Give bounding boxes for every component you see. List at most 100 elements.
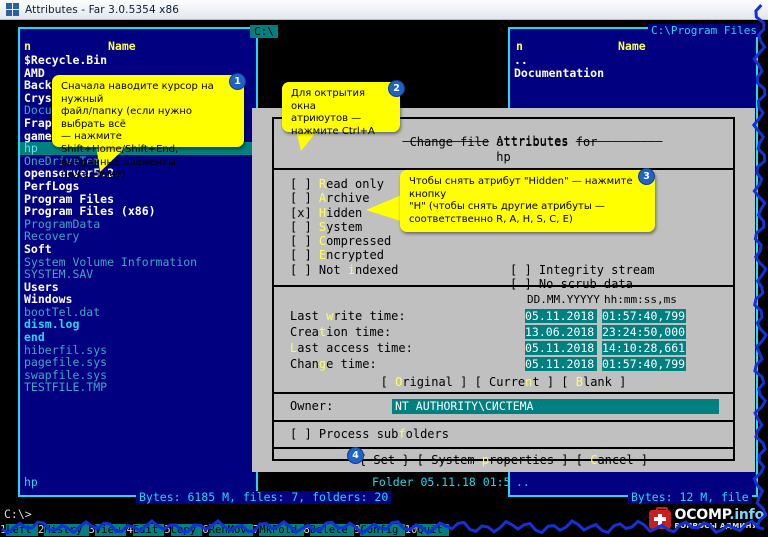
time-label-pre: Crea bbox=[290, 325, 319, 339]
checkbox-box[interactable]: [ ] bbox=[290, 220, 319, 234]
watermark-tagline: ВОПРОСЫ АДМИНУ bbox=[674, 522, 758, 530]
time-button[interactable]: [ Blank ] bbox=[561, 375, 626, 389]
checkbox-box[interactable]: [ ] bbox=[290, 248, 319, 262]
dialog-button[interactable]: [ Cancel ] bbox=[576, 453, 648, 467]
fkey-quit[interactable]: Quit bbox=[417, 524, 449, 536]
list-item[interactable]: .. bbox=[510, 54, 756, 67]
right-panel-path[interactable]: C:\Program Files bbox=[648, 24, 760, 37]
right-panel-file-list[interactable]: .. Documentation bbox=[510, 54, 756, 79]
attribute-checkbox[interactable]: [ ] Read only bbox=[290, 177, 398, 191]
list-item[interactable]: PerfLogs bbox=[20, 180, 256, 193]
first-aid-kit-icon bbox=[648, 506, 671, 529]
time-date-field[interactable]: 05.11.2018 bbox=[525, 309, 597, 324]
checkbox-label-pre: Not bbox=[318, 262, 348, 277]
list-item[interactable]: Recovery bbox=[20, 230, 256, 243]
time-time-field[interactable]: 23:24:50,000 bbox=[602, 325, 686, 340]
callout-line: "H" (чтобы снять другие атрибуты — bbox=[409, 201, 605, 213]
attribute-checkbox[interactable]: [ ] Integrity stream bbox=[510, 263, 655, 277]
dialog-button[interactable]: { Set } bbox=[359, 453, 417, 467]
command-line[interactable]: C:\> bbox=[4, 508, 32, 521]
right-panel-column-sort[interactable]: n bbox=[516, 40, 523, 53]
left-panel-footer: Bytes: 6185 M, files: 7, folders: 20 bbox=[136, 491, 392, 504]
callout-4-badge: 4 bbox=[347, 447, 364, 464]
checkbox-box[interactable]: [ ] bbox=[290, 191, 319, 205]
list-item[interactable]: Windows bbox=[20, 293, 256, 306]
dialog-divider-5 bbox=[274, 447, 733, 449]
checkbox-box[interactable]: [ ] bbox=[510, 263, 539, 277]
time-button[interactable]: [ Original ] bbox=[381, 375, 475, 389]
checkbox-box[interactable]: [ ] bbox=[290, 263, 319, 277]
callout-line: атриюутов — bbox=[291, 113, 362, 125]
far-manager-icon bbox=[6, 3, 19, 16]
time-time-field[interactable]: 14:10:28,661 bbox=[602, 341, 686, 356]
left-panel-column-sort[interactable]: n bbox=[24, 40, 31, 53]
fkey-mkfold[interactable]: MkFold bbox=[259, 524, 304, 536]
list-item[interactable]: $Recycle.Bin bbox=[20, 54, 256, 67]
fkey-number: 6 bbox=[202, 524, 209, 536]
fkey-left[interactable]: Left bbox=[6, 524, 38, 536]
fkey-histry[interactable]: Histry bbox=[44, 524, 89, 536]
watermark: OCOMP.info ВОПРОСЫ АДМИНУ bbox=[648, 505, 764, 533]
callout-line: выбранные элементы пожелтеют) bbox=[61, 156, 176, 181]
fkey-edit[interactable]: Edit bbox=[132, 524, 165, 536]
attribute-checkbox[interactable]: [ ] Not indexed bbox=[290, 263, 398, 277]
far-console: C:\ n Name $Recycle.BinAMDBackupCrystalD… bbox=[0, 20, 768, 537]
checkbox-label-pre: Process sub bbox=[318, 427, 399, 441]
checkbox-box[interactable]: [ ] bbox=[290, 427, 319, 441]
attributes-dialog[interactable]: ———————————— Attributes ———————————— Cha… bbox=[252, 108, 755, 472]
time-date-field[interactable]: 13.06.2018 bbox=[525, 325, 597, 340]
time-row-label: Change time: bbox=[290, 357, 377, 371]
dialog-divider-4 bbox=[274, 420, 733, 422]
list-item[interactable]: pagefile.sys bbox=[20, 356, 256, 369]
time-button-hotkey: B bbox=[575, 375, 583, 389]
list-item[interactable]: dism.log bbox=[20, 318, 256, 331]
time-buttons-row[interactable]: [ Original ] [ Current ] [ Blank ] bbox=[274, 375, 733, 389]
owner-value[interactable]: NT AUTHORITY\СИСТЕМА bbox=[392, 399, 719, 414]
left-panel-path[interactable]: C:\ bbox=[250, 25, 278, 38]
time-button[interactable]: [ Current ] bbox=[475, 375, 562, 389]
owner-label: Owner: bbox=[290, 399, 334, 413]
time-row-label: Creation time: bbox=[290, 325, 391, 339]
fkey-view[interactable]: View bbox=[94, 524, 127, 536]
fkey-copy[interactable]: Copy bbox=[170, 524, 203, 536]
list-item[interactable]: Documentation bbox=[510, 66, 756, 80]
attribute-checkbox[interactable]: [ ] Encrypted bbox=[290, 248, 398, 262]
time-date-field[interactable]: 05.11.2018 bbox=[525, 357, 597, 372]
left-panel-column-name[interactable]: Name bbox=[108, 40, 136, 53]
checkbox-box[interactable]: [ ] bbox=[290, 234, 319, 248]
process-subfolders-checkbox[interactable]: [ ] Process subfolders bbox=[290, 427, 449, 441]
checkbox-label: Integrity stream bbox=[538, 263, 655, 277]
window-titlebar: Attributes - Far 3.0.5354 x86 bbox=[0, 0, 768, 20]
time-date-field[interactable]: 05.11.2018 bbox=[525, 341, 597, 356]
dialog-buttons-row[interactable]: { Set } [ System properties ] [ Cancel ] bbox=[274, 453, 733, 467]
checkbox-box[interactable]: [ ] bbox=[290, 177, 319, 191]
list-item[interactable]: Soft bbox=[20, 243, 256, 256]
checkbox-label: idden bbox=[326, 205, 363, 220]
fkey-number: 4 bbox=[126, 524, 133, 536]
time-time-field[interactable]: 01:57:40,799 bbox=[602, 309, 686, 324]
list-item[interactable]: end bbox=[20, 331, 256, 344]
fkey-renmov[interactable]: RenMov bbox=[208, 524, 253, 536]
checkbox-label: olders bbox=[405, 427, 449, 441]
dialog-button[interactable]: [ System properties ] bbox=[417, 453, 576, 467]
fkey-number: 5 bbox=[164, 524, 171, 536]
attribute-checkbox[interactable]: [ ] Compressed bbox=[290, 234, 398, 248]
fkey-number: 3 bbox=[88, 524, 95, 536]
callout-1-badge: 1 bbox=[229, 73, 246, 90]
checkbox-box[interactable]: [x] bbox=[290, 206, 319, 220]
callout-2-badge: 2 bbox=[388, 80, 405, 97]
list-item[interactable]: SYSTEM.SAV bbox=[20, 268, 256, 281]
time-row-label: Last access time: bbox=[290, 341, 413, 355]
time-time-field[interactable]: 01:57:40,799 bbox=[602, 357, 686, 372]
attributes-right-column[interactable]: [ ] Integrity stream[ ] No scrub data bbox=[510, 263, 655, 292]
fkey-delete[interactable]: Delete bbox=[309, 524, 355, 536]
right-panel-column-name[interactable]: Name bbox=[618, 40, 646, 53]
checkbox-label: ystem bbox=[326, 219, 363, 234]
list-item[interactable]: Program Files (x86) bbox=[20, 205, 256, 218]
fkey-config[interactable]: Config bbox=[360, 524, 405, 536]
list-item[interactable]: TESTFILE.TMP bbox=[20, 381, 256, 394]
callout-line: Для октрытия окна bbox=[291, 88, 365, 112]
left-panel-current-item: hp bbox=[24, 475, 38, 489]
time-label-rest: ast access time: bbox=[297, 341, 413, 355]
dialog-subtitle-2: hp bbox=[496, 150, 511, 164]
